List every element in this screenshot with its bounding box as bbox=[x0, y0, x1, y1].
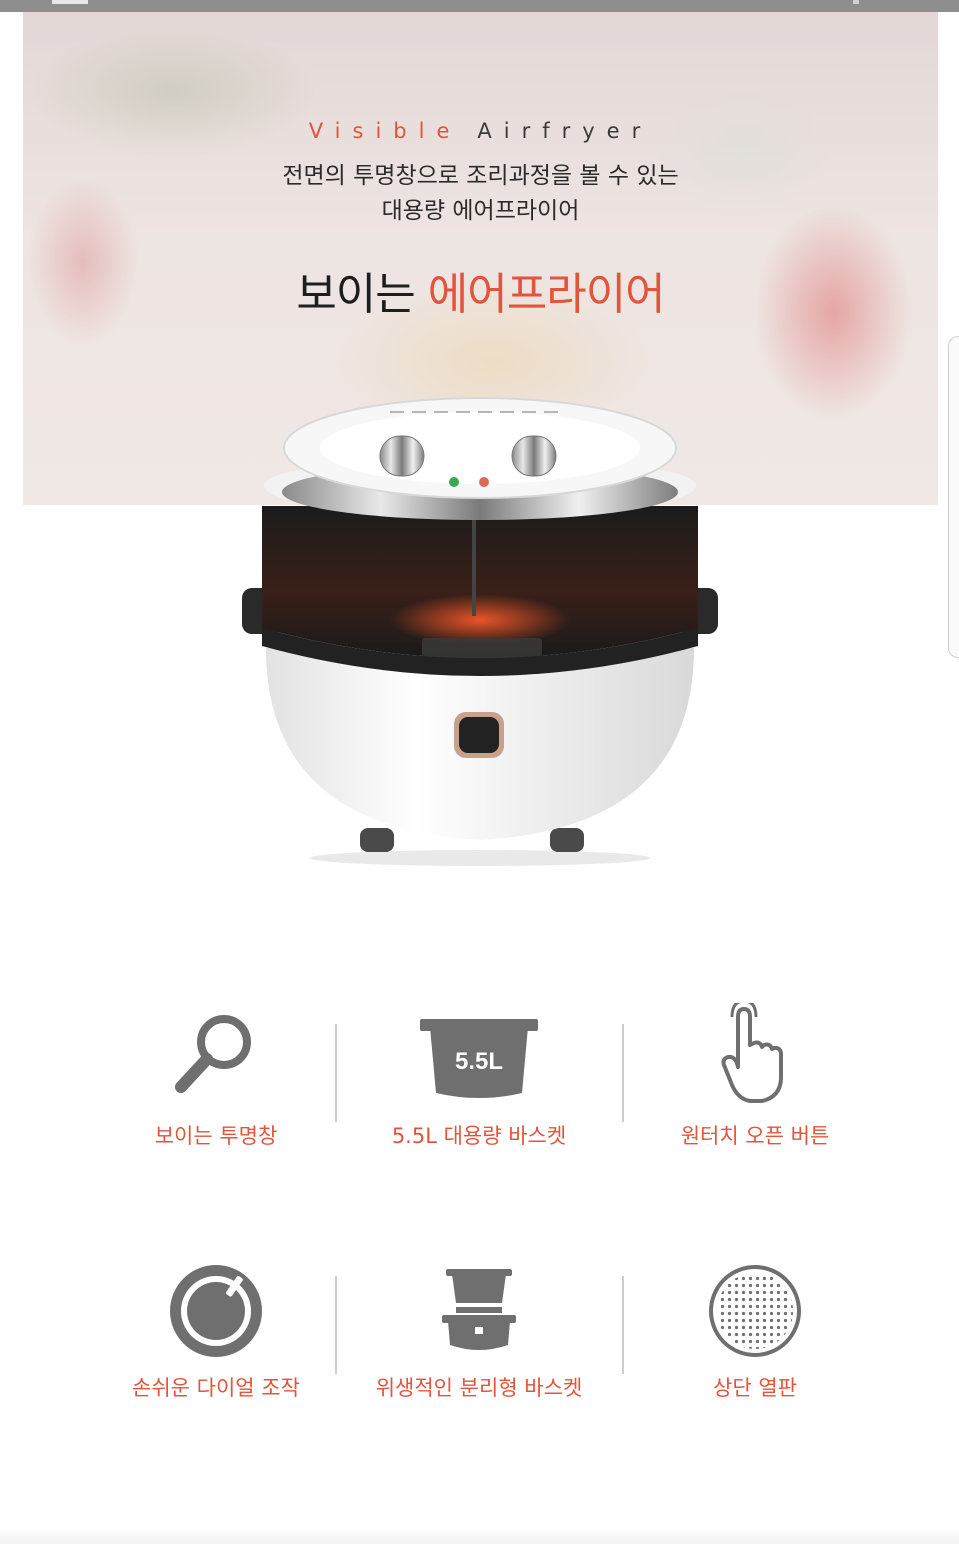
feature-label: 상단 열판 bbox=[713, 1376, 797, 1400]
feature-divider bbox=[335, 1024, 337, 1122]
basket-icon-text: 5.5L bbox=[455, 1048, 503, 1075]
touch-hand-icon bbox=[625, 1000, 885, 1110]
hero-subtitle: 전면의 투명창으로 조리과정을 볼 수 있는 대용량 에어프라이어 bbox=[23, 159, 938, 229]
airfryer-product-image bbox=[240, 388, 720, 868]
feature-label: 보이는 투명창 bbox=[154, 1124, 278, 1148]
separable-basket-icon bbox=[349, 1256, 609, 1366]
feature-divider bbox=[622, 1276, 624, 1374]
status-indicator bbox=[52, 0, 88, 4]
headline-plain: 보이는 bbox=[296, 269, 415, 320]
feature-label: 손쉬운 다이얼 조작 bbox=[132, 1376, 300, 1400]
perforated-plate-icon bbox=[625, 1256, 885, 1366]
hero-eyebrow: Visible Airfryer bbox=[23, 119, 938, 143]
hero-headline: 보이는 에어프라이어 bbox=[23, 258, 938, 322]
subtitle-line-2: 대용량 에어프라이어 bbox=[381, 198, 580, 224]
side-scroll-handle[interactable] bbox=[948, 336, 959, 658]
subtitle-line-1: 전면의 투명창으로 조리과정을 볼 수 있는 bbox=[282, 163, 679, 189]
basket-icon: 5.5L bbox=[349, 1000, 609, 1110]
magnifier-icon bbox=[86, 1000, 346, 1110]
status-bar bbox=[0, 0, 959, 12]
feature-divider bbox=[335, 1276, 337, 1374]
page-bottom-edge bbox=[0, 1528, 959, 1544]
feature-label: 원터치 오픈 버튼 bbox=[680, 1124, 830, 1148]
status-dot bbox=[853, 0, 859, 4]
eyebrow-accent: Visible bbox=[308, 119, 462, 143]
dial-icon bbox=[86, 1256, 346, 1366]
headline-accent: 에어프라이어 bbox=[427, 269, 666, 320]
eyebrow-text: Airfryer bbox=[477, 119, 653, 143]
feature-label: 위생적인 분리형 바스켓 bbox=[375, 1376, 583, 1400]
feature-label: 5.5L 대용량 바스켓 bbox=[391, 1124, 567, 1148]
feature-divider bbox=[622, 1024, 624, 1122]
